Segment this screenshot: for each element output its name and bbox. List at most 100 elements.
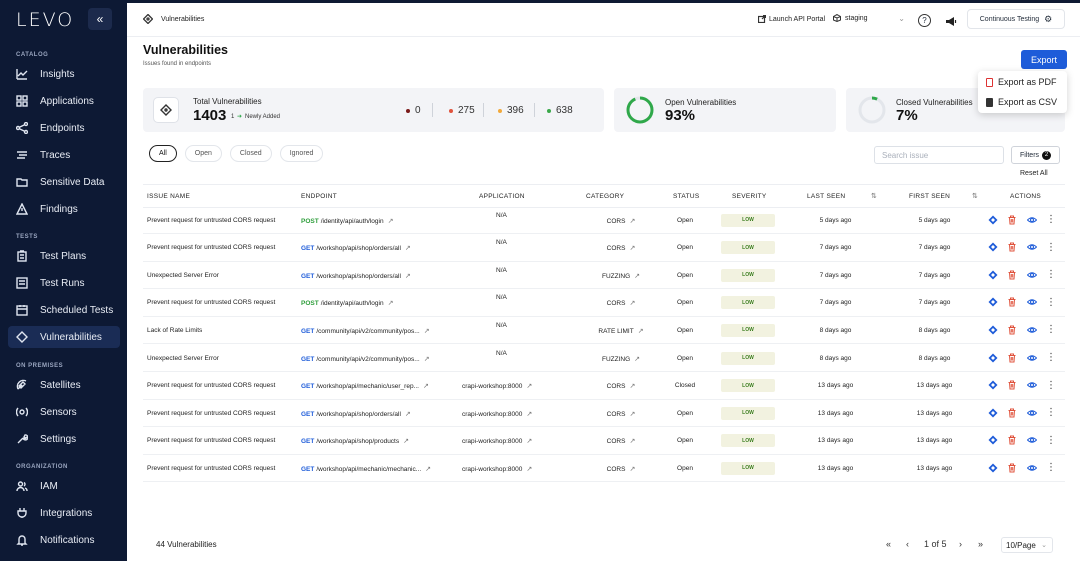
- endpoint-cell[interactable]: GET/workshop/api/shop/orders/all ↗: [301, 244, 466, 252]
- issue-name[interactable]: Prevent request for untrusted CORS reque…: [147, 299, 297, 306]
- trash-icon[interactable]: [1007, 435, 1017, 445]
- endpoint-cell[interactable]: GET/workshop/api/shop/products ↗: [301, 437, 466, 445]
- sidebar-item-vulnerabilities[interactable]: Vulnerabilities: [8, 326, 120, 348]
- jira-icon[interactable]: [988, 463, 998, 473]
- tab-open[interactable]: Open: [184, 145, 222, 162]
- jira-icon[interactable]: [988, 353, 998, 363]
- table-row[interactable]: Prevent request for untrusted CORS reque…: [143, 289, 1065, 317]
- application-cell[interactable]: crapi-workshop:8000 ↗: [462, 465, 532, 473]
- eye-icon[interactable]: [1027, 297, 1037, 307]
- category-cell[interactable]: RATE LIMIT ↗: [586, 327, 656, 335]
- column-first-seen[interactable]: FIRST SEEN: [909, 193, 950, 200]
- table-row[interactable]: Prevent request for untrusted CORS reque…: [143, 372, 1065, 400]
- endpoint-cell[interactable]: GET/workshop/api/shop/orders/all ↗: [301, 272, 466, 280]
- endpoint-cell[interactable]: POST/identity/api/auth/login ↗: [301, 299, 466, 307]
- table-row[interactable]: Unexpected Server Error GET/workshop/api/…: [143, 262, 1065, 290]
- table-row[interactable]: Prevent request for untrusted CORS reque…: [143, 427, 1065, 455]
- jira-icon[interactable]: [988, 325, 998, 335]
- column-last-seen[interactable]: LAST SEEN: [807, 193, 845, 200]
- more-options-icon[interactable]: ⋮: [1046, 269, 1056, 280]
- export-csv-item[interactable]: Export as CSV: [978, 93, 1067, 111]
- trash-icon[interactable]: [1007, 270, 1017, 280]
- category-cell[interactable]: CORS ↗: [586, 382, 656, 390]
- eye-icon[interactable]: [1027, 380, 1037, 390]
- trash-icon[interactable]: [1007, 408, 1017, 418]
- issue-name[interactable]: Prevent request for untrusted CORS reque…: [147, 217, 297, 224]
- export-pdf-item[interactable]: Export as PDF: [978, 73, 1067, 91]
- more-options-icon[interactable]: ⋮: [1046, 435, 1056, 446]
- application-cell[interactable]: crapi-workshop:8000 ↗: [462, 382, 532, 390]
- sidebar-item-test-runs[interactable]: Test Runs: [8, 272, 120, 294]
- category-cell[interactable]: CORS ↗: [586, 465, 656, 473]
- sidebar-item-test-plans[interactable]: Test Plans: [8, 245, 120, 267]
- more-options-icon[interactable]: ⋮: [1046, 297, 1056, 308]
- trash-icon[interactable]: [1007, 242, 1017, 252]
- endpoint-cell[interactable]: POST/identity/api/auth/login ↗: [301, 217, 466, 225]
- sidebar-item-notifications[interactable]: Notifications: [8, 529, 120, 551]
- table-row[interactable]: Lack of Rate Limits GET/community/api/v2/…: [143, 317, 1065, 345]
- eye-icon[interactable]: [1027, 242, 1037, 252]
- eye-icon[interactable]: [1027, 325, 1037, 335]
- jira-icon[interactable]: [988, 380, 998, 390]
- eye-icon[interactable]: [1027, 463, 1037, 473]
- jira-icon[interactable]: [988, 215, 998, 225]
- sidebar-item-findings[interactable]: Findings: [8, 198, 120, 220]
- jira-icon[interactable]: [988, 270, 998, 280]
- table-row[interactable]: Prevent request for untrusted CORS reque…: [143, 207, 1065, 234]
- category-cell[interactable]: CORS ↗: [586, 299, 656, 307]
- more-options-icon[interactable]: ⋮: [1046, 407, 1056, 418]
- tab-ignored[interactable]: Ignored: [279, 145, 324, 162]
- table-row[interactable]: Prevent request for untrusted CORS reque…: [143, 234, 1065, 262]
- sidebar-item-sensitive-data[interactable]: Sensitive Data: [8, 171, 120, 193]
- eye-icon[interactable]: [1027, 435, 1037, 445]
- jira-icon[interactable]: [988, 297, 998, 307]
- issue-name[interactable]: Prevent request for untrusted CORS reque…: [147, 244, 297, 251]
- trash-icon[interactable]: [1007, 325, 1017, 335]
- issue-name[interactable]: Prevent request for untrusted CORS reque…: [147, 410, 297, 417]
- sidebar-item-satellites[interactable]: Satellites: [8, 374, 120, 396]
- issue-name[interactable]: Unexpected Server Error: [147, 272, 297, 279]
- reset-all-link[interactable]: Reset All: [1020, 170, 1048, 177]
- category-cell[interactable]: FUZZING ↗: [586, 272, 656, 280]
- table-row[interactable]: Unexpected Server Error GET/community/api…: [143, 345, 1065, 372]
- launch-api-portal-link[interactable]: Launch API Portal: [758, 15, 825, 23]
- more-options-icon[interactable]: ⋮: [1046, 380, 1056, 391]
- sidebar-item-applications[interactable]: Applications: [8, 90, 120, 112]
- jira-icon[interactable]: [988, 242, 998, 252]
- endpoint-cell[interactable]: GET/community/api/v2/community/pos... ↗: [301, 327, 466, 335]
- tab-closed[interactable]: Closed: [229, 145, 272, 162]
- endpoint-cell[interactable]: GET/workshop/api/mechanic/mechanic... ↗: [301, 465, 466, 473]
- category-cell[interactable]: CORS ↗: [586, 217, 656, 225]
- help-icon[interactable]: ?: [918, 14, 931, 27]
- sidebar-item-endpoints[interactable]: Endpoints: [8, 117, 120, 139]
- table-row[interactable]: Prevent request for untrusted CORS reque…: [143, 455, 1065, 483]
- endpoint-cell[interactable]: GET/workshop/api/mechanic/user_rep... ↗: [301, 382, 466, 390]
- more-options-icon[interactable]: ⋮: [1046, 242, 1056, 253]
- eye-icon[interactable]: [1027, 270, 1037, 280]
- issue-name[interactable]: Prevent request for untrusted CORS reque…: [147, 437, 297, 444]
- more-options-icon[interactable]: ⋮: [1046, 214, 1056, 225]
- table-row[interactable]: Prevent request for untrusted CORS reque…: [143, 400, 1065, 428]
- category-cell[interactable]: CORS ↗: [586, 437, 656, 445]
- jira-icon[interactable]: [988, 435, 998, 445]
- filters-button[interactable]: Filters 2: [1011, 146, 1060, 164]
- issue-name[interactable]: Prevent request for untrusted CORS reque…: [147, 465, 297, 472]
- first-page-button[interactable]: «: [886, 539, 891, 549]
- tab-all[interactable]: All: [149, 145, 177, 162]
- sidebar-item-iam[interactable]: IAM: [8, 475, 120, 497]
- category-cell[interactable]: FUZZING ↗: [586, 355, 656, 363]
- trash-icon[interactable]: [1007, 353, 1017, 363]
- sidebar-item-insights[interactable]: Insights: [8, 63, 120, 85]
- sort-icon[interactable]: ⇅: [871, 192, 877, 200]
- eye-icon[interactable]: [1027, 353, 1037, 363]
- trash-icon[interactable]: [1007, 297, 1017, 307]
- export-button[interactable]: Export: [1021, 50, 1067, 69]
- continuous-testing-button[interactable]: Continuous Testing ⚙: [967, 9, 1065, 29]
- last-page-button[interactable]: »: [978, 539, 983, 549]
- application-cell[interactable]: crapi-workshop:8000 ↗: [462, 437, 532, 445]
- category-cell[interactable]: CORS ↗: [586, 244, 656, 252]
- endpoint-cell[interactable]: GET/workshop/api/shop/orders/all ↗: [301, 410, 466, 418]
- endpoint-cell[interactable]: GET/community/api/v2/community/pos... ↗: [301, 355, 466, 363]
- previous-page-button[interactable]: ‹: [906, 539, 909, 549]
- search-input[interactable]: Search issue: [874, 146, 1004, 164]
